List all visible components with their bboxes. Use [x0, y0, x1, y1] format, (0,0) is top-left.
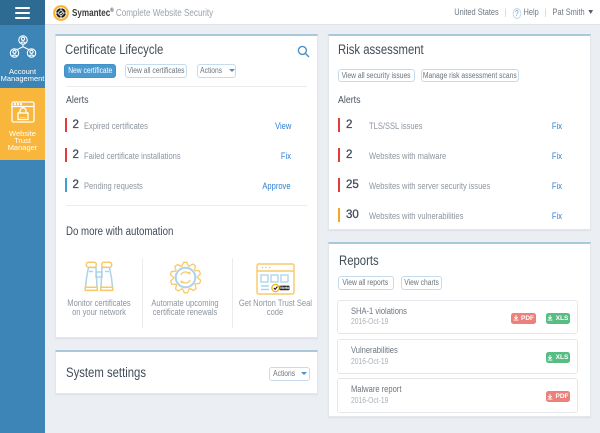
- svg-text:Norton: Norton: [280, 286, 291, 290]
